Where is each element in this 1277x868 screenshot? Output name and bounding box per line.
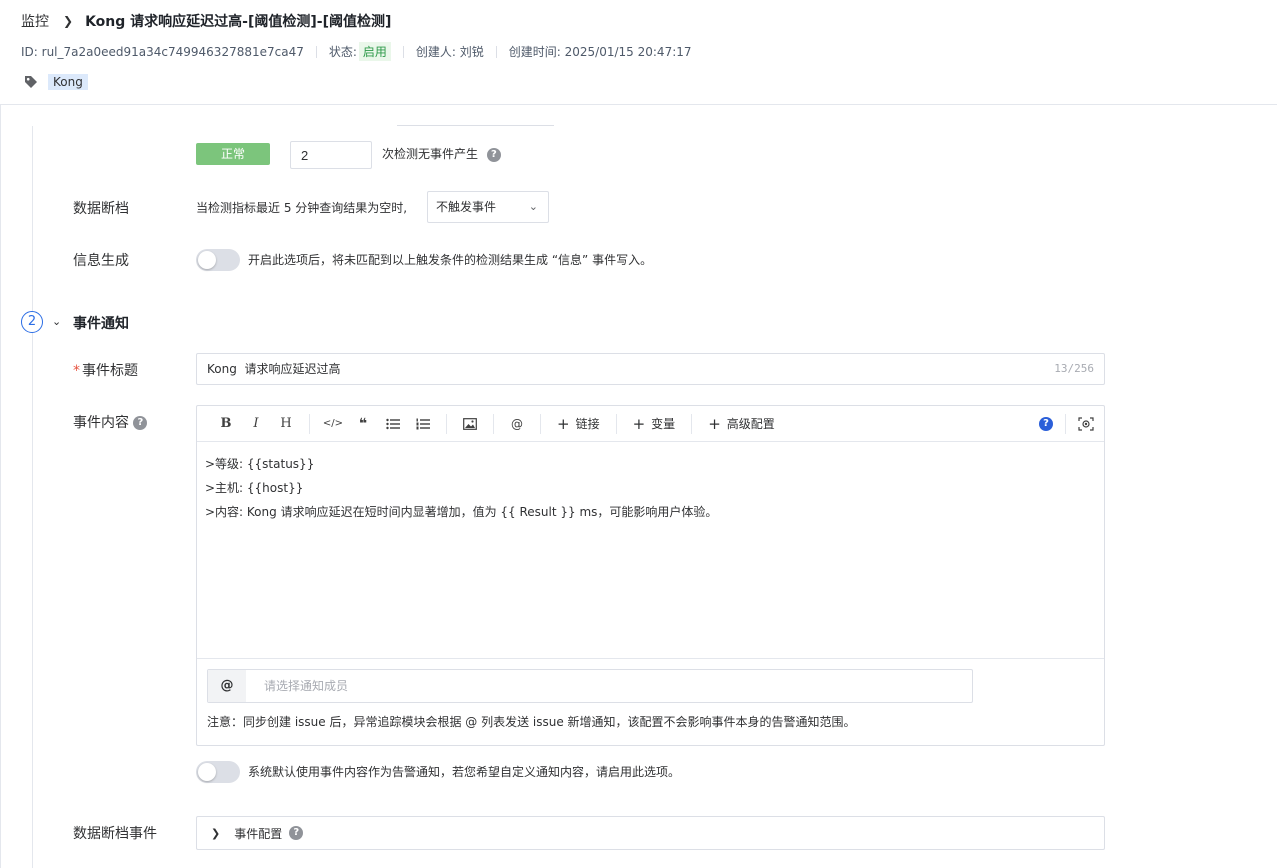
notify-member-select[interactable]: @ 请选择通知成员	[207, 669, 973, 703]
status-label: 状态:	[328, 45, 357, 59]
heading-button[interactable]: H	[271, 406, 301, 442]
plus-icon: +	[632, 414, 646, 433]
advanced-config-label: 高级配置	[726, 417, 775, 431]
data-gap-select-value: 不触发事件	[436, 200, 497, 214]
divider	[397, 125, 554, 126]
content-line: >主机: {{host}}	[205, 481, 304, 495]
divider	[309, 413, 310, 434]
data-gap-select[interactable]: 不触发事件 ⌄	[427, 191, 549, 223]
help-icon[interactable]: ?	[133, 416, 148, 430]
tag-kong[interactable]: Kong	[48, 74, 88, 90]
detection-count-input[interactable]	[290, 141, 372, 169]
help-icon[interactable]: ?	[289, 826, 304, 840]
italic-button[interactable]: I	[241, 406, 271, 442]
plus-icon: +	[708, 414, 721, 433]
divider	[495, 45, 497, 58]
step-connector-line	[32, 126, 33, 868]
event-content-label-text: 事件内容	[73, 415, 129, 431]
editor-toolbar: B I H </> ❝ @ + 链接 + 变量 + 高级配置 ?	[197, 406, 1104, 442]
event-title-label: * 事件标题	[73, 360, 138, 380]
divider	[1065, 414, 1066, 434]
chevron-right-icon: ❯	[63, 14, 74, 28]
insert-variable-button[interactable]: + 变量	[625, 406, 684, 442]
required-mark: *	[73, 363, 80, 379]
insert-link-button[interactable]: + 链接	[549, 406, 608, 442]
help-icon[interactable]: ?	[1039, 417, 1053, 431]
info-gen-desc: 开启此选项后，将未匹配到以上触发条件的检测结果生成 “信息” 事件写入。	[248, 253, 653, 267]
ordered-list-icon	[416, 418, 430, 429]
ordered-list-button[interactable]	[408, 406, 438, 442]
data-gap-desc: 当检测指标最近 5 分钟查询结果为空时,	[196, 201, 408, 215]
event-title-input[interactable]: Kong 请求响应延迟过高 13/256	[196, 353, 1105, 385]
created-time: 创建时间: 2025/01/15 20:47:17	[508, 45, 692, 59]
divider	[493, 413, 494, 434]
editor-content[interactable]: >等级: {{status}} >主机: {{host}} >内容: Kong …	[205, 452, 717, 524]
custom-notice-desc: 系统默认使用事件内容作为告警通知，若您希望自定义通知内容，请启用此选项。	[248, 765, 681, 779]
bullet-list-button[interactable]	[378, 406, 408, 442]
info-gen-label: 信息生成	[73, 253, 129, 269]
step-title: 事件通知	[73, 316, 129, 332]
divider	[615, 413, 617, 434]
event-content-editor: B I H </> ❝ @ + 链接 + 变量 + 高级配置 ? >等级: {{…	[196, 405, 1105, 746]
content-line: >内容: Kong 请求响应延迟在短时间内显著增加，值为 {{ Result }…	[205, 505, 718, 519]
insert-variable-label: 变量	[651, 417, 676, 431]
preview-icon[interactable]	[1078, 417, 1094, 431]
tag-icon	[25, 76, 37, 88]
info-gen-toggle[interactable]	[196, 249, 240, 271]
page-title: Kong 请求响应延迟过高-[阈值检测]-[阈值检测]	[85, 14, 392, 30]
event-title-label-text: 事件标题	[82, 363, 138, 379]
member-placeholder: 请选择通知成员	[264, 679, 349, 693]
page-header: 监控 ❯ Kong 请求响应延迟过高-[阈值检测]-[阈值检测] ID: rul…	[0, 0, 1277, 105]
custom-notice-toggle[interactable]	[196, 761, 240, 783]
chevron-down-icon[interactable]: ⌄	[52, 315, 61, 328]
data-gap-label: 数据断档	[73, 201, 129, 217]
event-config-collapse[interactable]: ❯ 事件配置 ?	[196, 816, 1105, 850]
advanced-config-button[interactable]: + 高级配置	[700, 406, 783, 442]
at-icon: @	[208, 670, 246, 702]
code-button[interactable]: </>	[318, 406, 348, 442]
event-content-label: 事件内容 ?	[73, 412, 148, 432]
toolbar-right: ?	[1039, 406, 1094, 442]
issue-note: 注意：同步创建 issue 后，异常追踪模块会根据 @ 列表发送 issue 新…	[207, 715, 856, 729]
content-line: >等级: {{status}}	[205, 457, 315, 471]
event-title-value: Kong 请求响应延迟过高	[207, 362, 341, 376]
rule-id: ID: rul_7a2a0eed91a34c749946327881e7ca47	[21, 44, 304, 59]
chevron-right-icon: ❯	[211, 826, 221, 840]
divider	[540, 413, 541, 434]
count-suffix-label: 次检测无事件产生	[382, 147, 479, 161]
status-badge: 启用	[358, 42, 391, 61]
mention-button[interactable]: @	[502, 406, 532, 442]
chevron-down-icon: ⌄	[528, 200, 538, 213]
bold-button[interactable]: B	[211, 406, 241, 442]
divider	[446, 413, 447, 434]
char-counter: 13/256	[1054, 362, 1094, 375]
left-rail	[0, 105, 1, 868]
bullet-list-icon	[386, 418, 400, 429]
plus-icon: +	[557, 414, 570, 433]
event-config-label: 事件配置	[234, 826, 283, 841]
tag-list: Kong	[24, 74, 88, 90]
normal-level-button[interactable]: 正常	[196, 143, 270, 165]
quote-button[interactable]: ❝	[348, 406, 378, 442]
image-icon	[463, 417, 477, 430]
divider	[315, 45, 317, 58]
step-number: 2	[21, 311, 43, 333]
divider	[691, 413, 693, 434]
editor-bottom: @ 请选择通知成员 注意：同步创建 issue 后，异常追踪模块会根据 @ 列表…	[197, 658, 1104, 746]
image-button[interactable]	[455, 406, 485, 442]
gap-event-label: 数据断档事件	[73, 826, 157, 842]
breadcrumb-monitor-link[interactable]: 监控	[21, 11, 49, 31]
rule-meta: ID: rul_7a2a0eed91a34c749946327881e7ca47…	[21, 42, 692, 61]
breadcrumb: 监控 ❯ Kong 请求响应延迟过高-[阈值检测]-[阈值检测]	[21, 11, 391, 31]
count-suffix-text: 次检测无事件产生 ?	[382, 145, 501, 162]
insert-link-label: 链接	[575, 417, 600, 431]
divider	[402, 45, 404, 58]
creator: 创建人: 刘锐	[415, 45, 484, 59]
help-icon[interactable]: ?	[486, 147, 501, 162]
